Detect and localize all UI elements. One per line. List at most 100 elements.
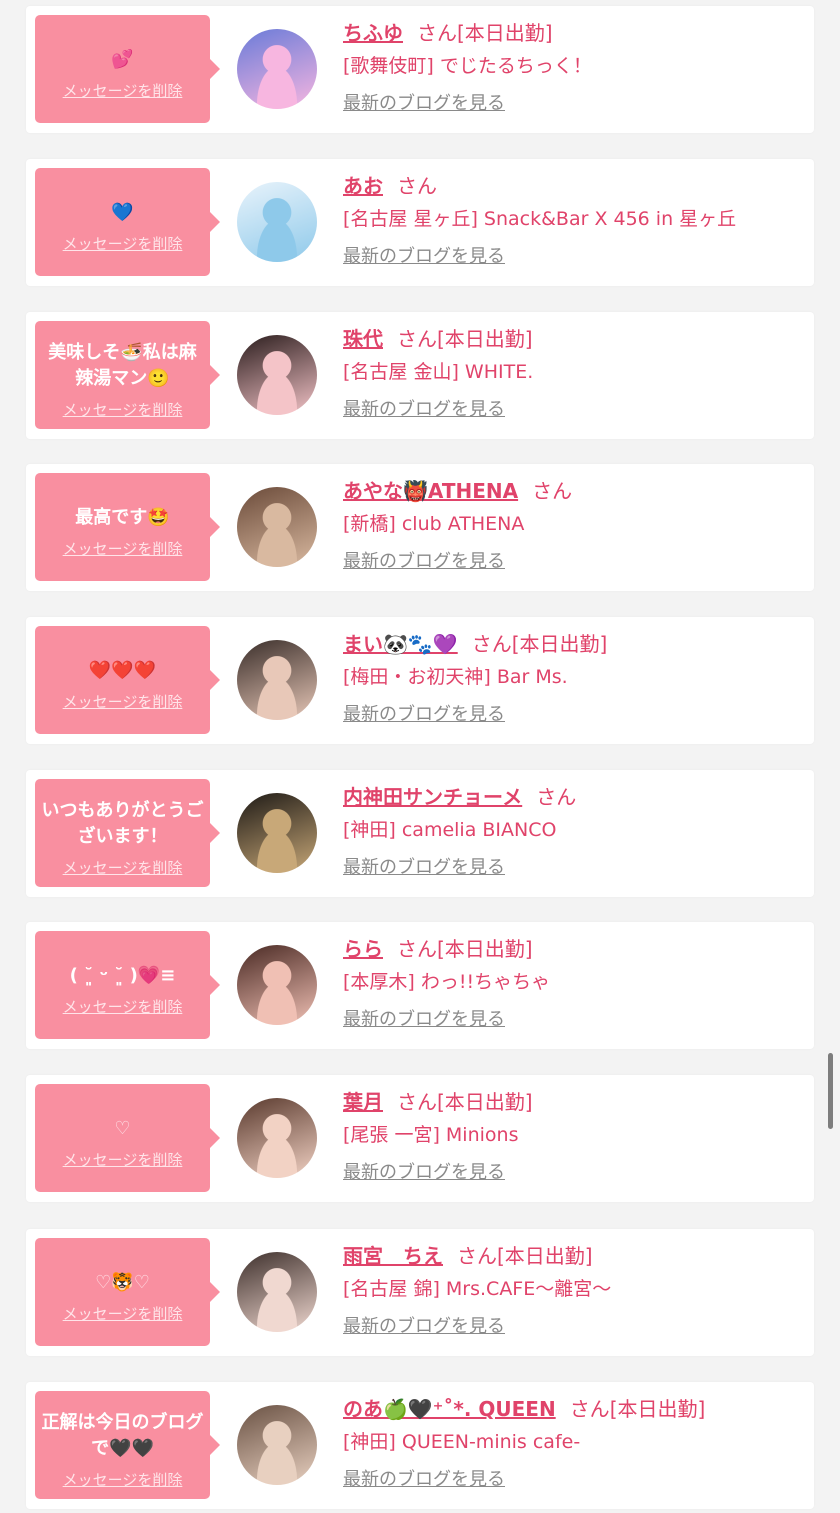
profile-name-link[interactable]: 内神田サンチョーメ [343,785,522,809]
profile-info: 珠代 さん[本日出勤] [名古屋 金山] WHITE. 最新のブログを見る [343,324,804,423]
delete-message-link[interactable]: メッセージを削除 [63,539,183,559]
shop-name: [名古屋 錦] Mrs.CAFE〜離宮〜 [343,1278,612,1300]
profile-name-link[interactable]: 葉月 [343,1090,383,1114]
profile-name-link[interactable]: ちふゆ [343,21,403,45]
shift-badge: [本日出勤] [457,21,553,45]
avatar[interactable] [237,487,317,567]
list-item: 正解は今日のブログで🖤🖤 メッセージを削除 のあ🍏🖤⁺˚*. QUEEN さん[本… [26,1382,814,1509]
latest-blog-link[interactable]: 最新のブログを見る [343,549,505,575]
profile-name-link[interactable]: らら [343,937,383,961]
message-bubble: 最高です🤩 メッセージを削除 [35,473,220,581]
profile-info: ちふゆ さん[本日出勤] [歌舞伎町] でじたるちっく！ 最新のブログを見る [343,18,804,117]
profile-name-link[interactable]: 雨宮 ちえ [343,1244,443,1268]
profile-info: まい🐼🐾💜 さん[本日出勤] [梅田・お初天神] Bar Ms. 最新のブログを見… [343,629,804,728]
list-item: いつもありがとうございます！ メッセージを削除 内神田サンチョーメ さん [神田]… [26,770,814,897]
message-bubble: 正解は今日のブログで🖤🖤 メッセージを削除 [35,1391,220,1499]
shop-name: [梅田・お初天神] Bar Ms. [343,666,568,688]
shift-badge: [本日出勤] [437,327,533,351]
honorific: さん [471,632,512,656]
shift-badge: [本日出勤] [511,632,608,656]
profile-name-link[interactable]: のあ🍏🖤⁺˚*. QUEEN [343,1397,556,1421]
honorific: さん [457,1244,497,1268]
message-bubble: ❤️❤️❤️ メッセージを削除 [35,626,220,734]
avatar[interactable] [237,182,317,262]
favorite-list: 💕 メッセージを削除 ちふゆ さん[本日出勤] [歌舞伎町] でじたるちっく！ 最… [0,0,840,1513]
honorific: さん [536,785,577,809]
avatar[interactable] [237,1252,317,1332]
delete-message-link[interactable]: メッセージを削除 [63,400,183,420]
list-item: ♡🐯♡ メッセージを削除 雨宮 ちえ さん[本日出勤] [名古屋 錦] Mrs.C… [26,1229,814,1356]
honorific: さん [397,1090,437,1114]
message-text: ♡ [114,1118,131,1139]
latest-blog-link[interactable]: 最新のブログを見る [343,1314,505,1340]
list-item: ( ˘͈ ᵕ ˘͈ )💗≡ メッセージを削除 らら さん[本日出勤] [本厚木] … [26,922,814,1049]
shift-badge: [本日出勤] [437,937,533,961]
list-item: ♡ メッセージを削除 葉月 さん[本日出勤] [尾張 一宮] Minions 最新… [26,1075,814,1202]
delete-message-link[interactable]: メッセージを削除 [63,234,183,254]
message-bubble: 💕 メッセージを削除 [35,15,220,123]
message-text: 最高です🤩 [75,507,170,528]
message-text: ♡🐯♡ [95,1272,150,1293]
list-item: ❤️❤️❤️ メッセージを削除 まい🐼🐾💜 さん[本日出勤] [梅田・お初天神] … [26,617,814,744]
honorific: さん [417,21,457,45]
scrollbar[interactable] [828,1053,833,1129]
list-item: 💕 メッセージを削除 ちふゆ さん[本日出勤] [歌舞伎町] でじたるちっく！ 最… [26,6,814,133]
latest-blog-link[interactable]: 最新のブログを見る [343,91,505,117]
delete-message-link[interactable]: メッセージを削除 [63,858,183,878]
delete-message-link[interactable]: メッセージを削除 [63,997,183,1017]
delete-message-link[interactable]: メッセージを削除 [63,81,183,101]
message-text: ( ˘͈ ᵕ ˘͈ )💗≡ [69,965,176,986]
message-text: 💕 [111,49,134,70]
list-item: 美味しそ🍜私は麻辣湯マン🙂 メッセージを削除 珠代 さん[本日出勤] [名古屋 金… [26,312,814,439]
avatar[interactable] [237,1098,317,1178]
delete-message-link[interactable]: メッセージを削除 [63,1304,183,1324]
message-bubble: 美味しそ🍜私は麻辣湯マン🙂 メッセージを削除 [35,321,220,429]
honorific: さん [397,327,437,351]
message-text: いつもありがとうございます！ [41,800,204,847]
shift-badge: [本日出勤] [497,1244,593,1268]
delete-message-link[interactable]: メッセージを削除 [63,1150,183,1170]
latest-blog-link[interactable]: 最新のブログを見る [343,1467,505,1493]
honorific: さん [397,937,437,961]
avatar[interactable] [237,1405,317,1485]
shift-badge: [本日出勤] [437,1090,533,1114]
profile-name-link[interactable]: 珠代 [343,327,383,351]
honorific: さん [569,1397,610,1421]
profile-info: 内神田サンチョーメ さん [神田] camelia BIANCO 最新のブログを見… [343,782,804,881]
latest-blog-link[interactable]: 最新のブログを見る [343,855,505,881]
honorific: さん [397,174,437,198]
avatar[interactable] [237,640,317,720]
message-bubble: 💙 メッセージを削除 [35,168,220,276]
honorific: さん [532,479,573,503]
avatar[interactable] [237,793,317,873]
shop-name: [歌舞伎町] でじたるちっく！ [343,55,592,77]
profile-info: あお さん [名古屋 星ヶ丘] Snack&Bar X 456 in 星ヶ丘 最新… [343,171,804,270]
profile-name-link[interactable]: まい🐼🐾💜 [343,632,458,656]
profile-name-link[interactable]: あお [343,174,383,198]
delete-message-link[interactable]: メッセージを削除 [63,1470,183,1490]
shop-name: [神田] QUEEN-minis cafe- [343,1431,581,1453]
delete-message-link[interactable]: メッセージを削除 [63,692,183,712]
message-text: 美味しそ🍜私は麻辣湯マン🙂 [48,342,197,389]
message-text: 正解は今日のブログで🖤🖤 [41,1412,204,1459]
latest-blog-link[interactable]: 最新のブログを見る [343,1007,505,1033]
latest-blog-link[interactable]: 最新のブログを見る [343,397,505,423]
shop-name: [新橋] club ATHENA [343,513,525,535]
latest-blog-link[interactable]: 最新のブログを見る [343,702,505,728]
list-item: 最高です🤩 メッセージを削除 あやな👹ATHENA さん [新橋] club AT… [26,464,814,591]
latest-blog-link[interactable]: 最新のブログを見る [343,1160,505,1186]
message-text: ❤️❤️❤️ [88,660,157,681]
message-bubble: いつもありがとうございます！ メッセージを削除 [35,779,220,887]
shop-name: [名古屋 星ヶ丘] Snack&Bar X 456 in 星ヶ丘 [343,208,737,230]
shop-name: [神田] camelia BIANCO [343,819,557,841]
profile-info: 雨宮 ちえ さん[本日出勤] [名古屋 錦] Mrs.CAFE〜離宮〜 最新のブロ… [343,1241,804,1340]
latest-blog-link[interactable]: 最新のブログを見る [343,244,505,270]
shop-name: [本厚木] わっ!!ちゃちゃ [343,971,551,993]
shop-name: [名古屋 金山] WHITE. [343,361,534,383]
shop-name: [尾張 一宮] Minions [343,1124,519,1146]
avatar[interactable] [237,335,317,415]
avatar[interactable] [237,29,317,109]
profile-name-link[interactable]: あやな👹ATHENA [343,479,518,503]
avatar[interactable] [237,945,317,1025]
profile-info: あやな👹ATHENA さん [新橋] club ATHENA 最新のブログを見る [343,476,804,575]
